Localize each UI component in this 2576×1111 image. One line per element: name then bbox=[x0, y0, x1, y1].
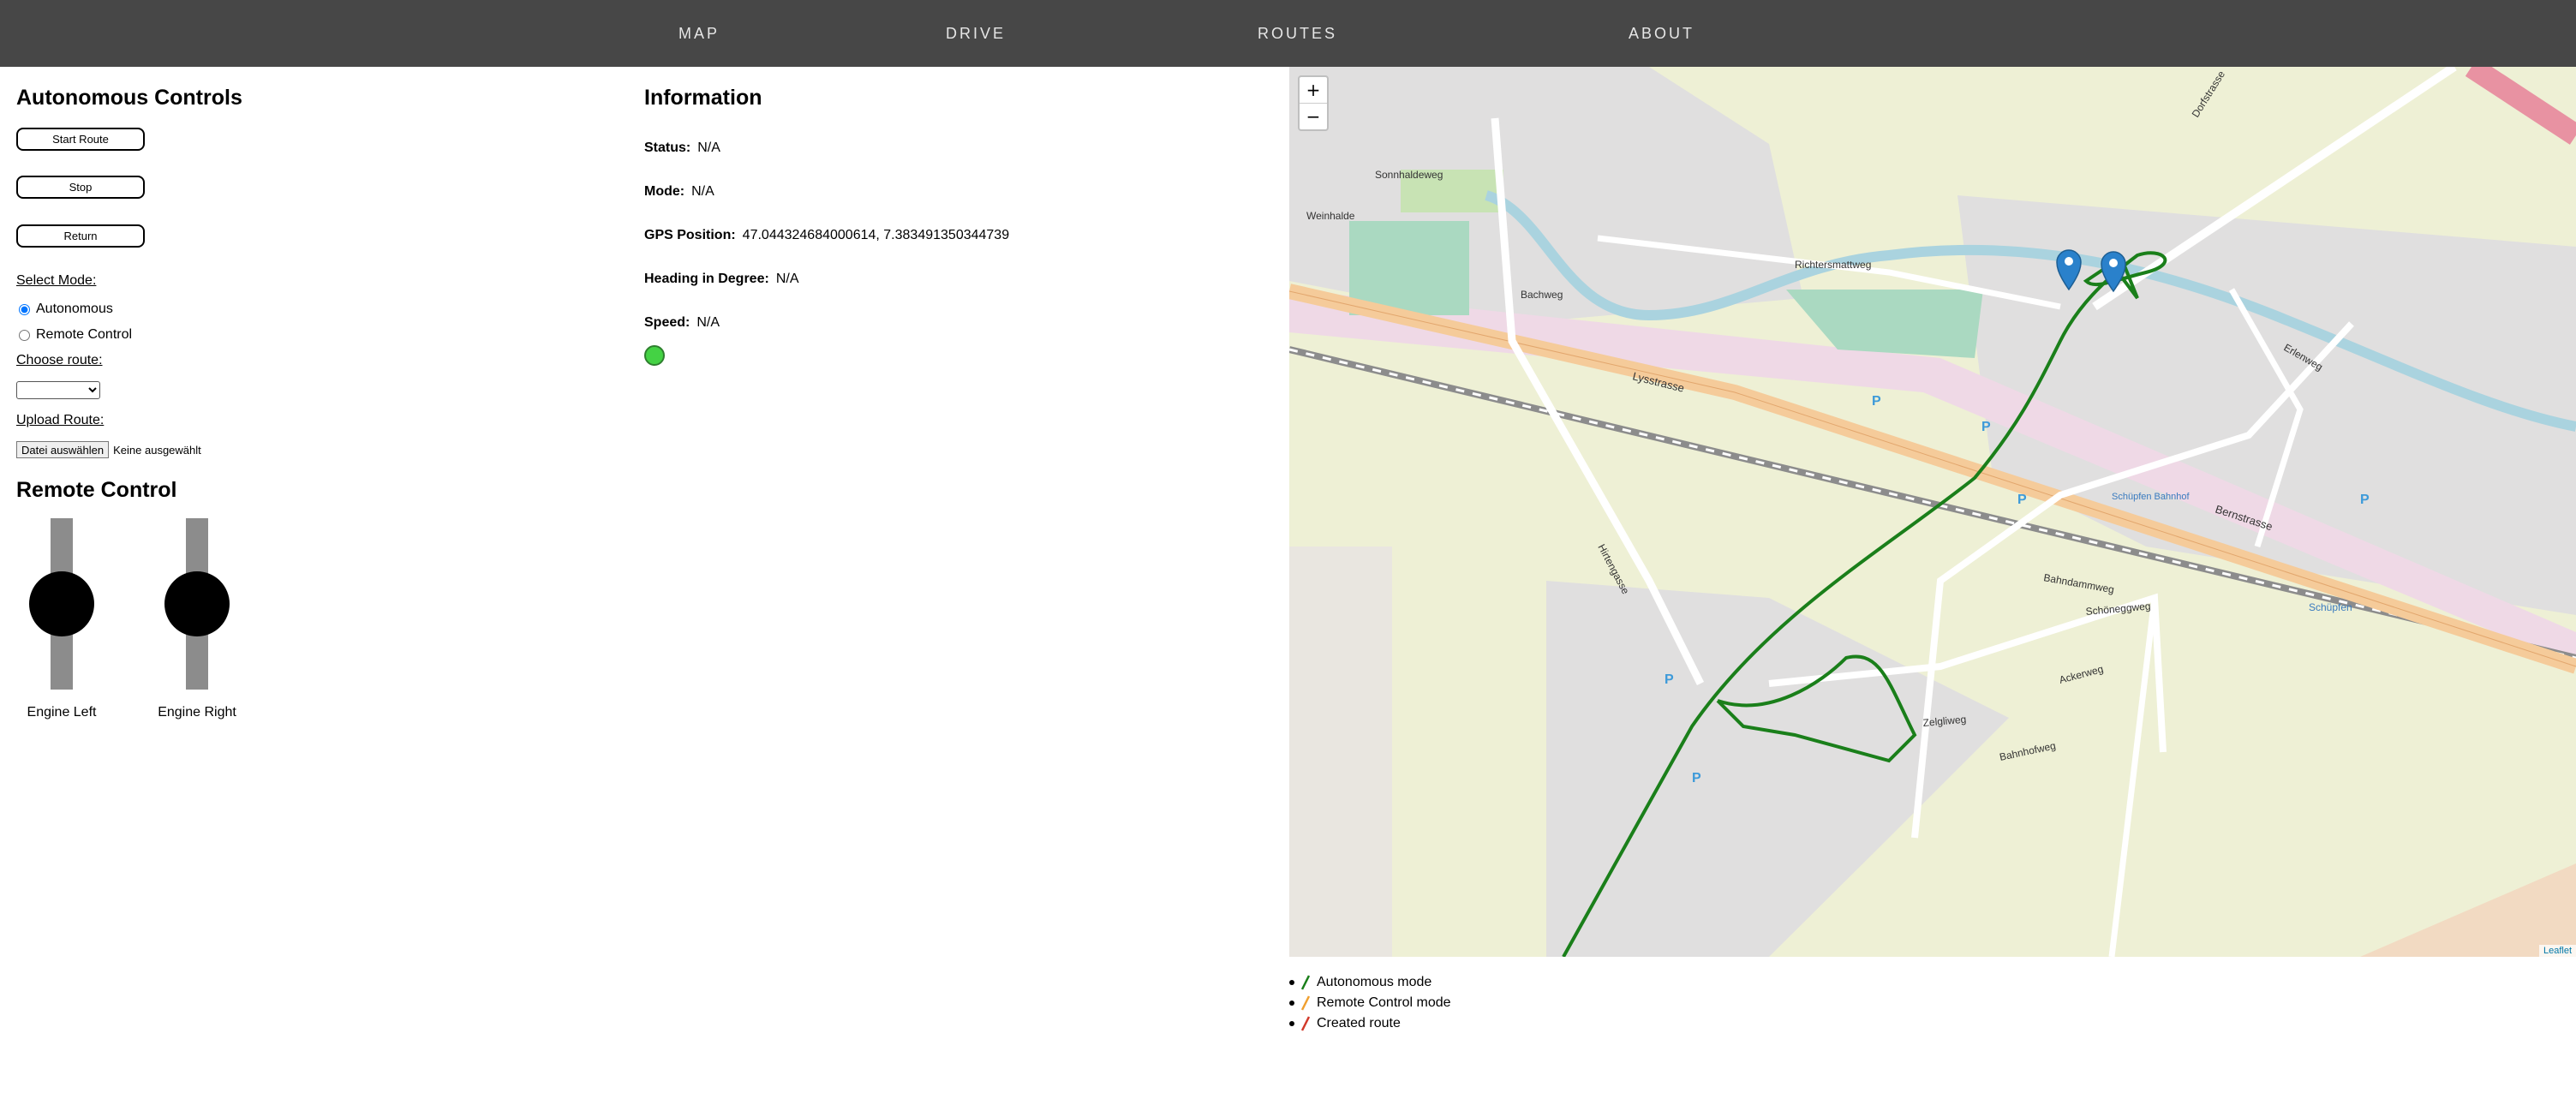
map-attribution[interactable]: Leaflet bbox=[2538, 945, 2576, 957]
parking-icon: P bbox=[1665, 672, 1674, 687]
legend-swatch bbox=[1301, 1016, 1310, 1031]
autonomous-controls-title: Autonomous Controls bbox=[16, 86, 242, 110]
parking-icon: P bbox=[2360, 493, 2370, 507]
status-key: Status: bbox=[644, 140, 691, 155]
nav-map[interactable]: MAP bbox=[678, 0, 720, 67]
map-tiles[interactable]: Lysstrasse Bernstrasse Bahndammweg Richt… bbox=[1289, 67, 2576, 957]
map-street-label: Sonnhaldeweg bbox=[1375, 169, 1443, 181]
legend-label: Remote Control mode bbox=[1317, 995, 1451, 1010]
route-select[interactable] bbox=[16, 381, 100, 399]
status-indicator bbox=[644, 345, 665, 366]
engine-right-label: Engine Right bbox=[158, 705, 236, 720]
gps-row: GPS Position: 47.044324684000614, 7.3834… bbox=[644, 228, 1009, 243]
mode-radio-autonomous[interactable] bbox=[19, 303, 30, 315]
mode-option-autonomous[interactable]: Autonomous bbox=[19, 302, 113, 317]
map-street-label: Bachweg bbox=[1521, 289, 1563, 301]
heading-row: Heading in Degree: N/A bbox=[644, 272, 798, 287]
select-mode-label: Select Mode: bbox=[16, 273, 97, 288]
upload-route-label: Upload Route: bbox=[16, 413, 105, 427]
map-street-label: Richtersmattweg bbox=[1795, 259, 1871, 271]
choose-file-button[interactable]: Datei auswählen bbox=[16, 441, 110, 458]
file-status: Keine ausgewählt bbox=[113, 443, 201, 457]
nav-drive[interactable]: DRIVE bbox=[946, 0, 1006, 67]
start-route-button[interactable]: Start Route bbox=[16, 128, 145, 151]
engine-left-slider-handle[interactable] bbox=[29, 571, 94, 636]
map-place-label: Schüpfen bbox=[2309, 601, 2352, 613]
legend-label: Created route bbox=[1317, 1016, 1401, 1030]
legend-swatch bbox=[1301, 995, 1310, 1011]
top-navbar: MAP DRIVE ROUTES ABOUT bbox=[0, 0, 2576, 67]
speed-value: N/A bbox=[696, 315, 720, 330]
status-value: N/A bbox=[697, 140, 720, 155]
nav-about[interactable]: ABOUT bbox=[1629, 0, 1694, 67]
zoom-out-button[interactable]: − bbox=[1300, 103, 1327, 129]
mode-option-remote[interactable]: Remote Control bbox=[19, 327, 132, 343]
speed-row: Speed: N/A bbox=[644, 315, 720, 331]
map-legend: Autonomous mode Remote Control mode Crea… bbox=[1289, 972, 1451, 1034]
heading-value: N/A bbox=[775, 272, 799, 286]
mode-value: N/A bbox=[691, 184, 714, 199]
parking-icon: P bbox=[2017, 493, 2027, 507]
legend-bullet bbox=[1289, 980, 1294, 985]
choose-route-label: Choose route: bbox=[16, 353, 103, 367]
legend-swatch bbox=[1301, 975, 1310, 990]
stop-button[interactable]: Stop bbox=[16, 176, 145, 199]
gps-value: 47.044324684000614, 7.383491350344739 bbox=[742, 228, 1010, 242]
zoom-control: + − bbox=[1298, 75, 1329, 131]
return-button[interactable]: Return bbox=[16, 224, 145, 248]
remote-control-title: Remote Control bbox=[16, 478, 177, 502]
legend-bullet bbox=[1289, 1021, 1294, 1026]
legend-bullet bbox=[1289, 1000, 1294, 1006]
map-residential-area bbox=[1289, 547, 1392, 957]
mode-radio-remote[interactable] bbox=[19, 329, 30, 341]
mode-row: Mode: N/A bbox=[644, 184, 714, 200]
mode-option-label: Autonomous bbox=[36, 302, 113, 316]
legend-label: Autonomous mode bbox=[1317, 975, 1432, 989]
legend-item: Created route bbox=[1289, 1013, 1451, 1034]
engine-left-label: Engine Left bbox=[27, 705, 97, 720]
legend-item: Autonomous mode bbox=[1289, 972, 1451, 993]
mode-key: Mode: bbox=[644, 184, 685, 199]
mode-option-label: Remote Control bbox=[36, 327, 133, 342]
parking-icon: P bbox=[1872, 394, 1881, 409]
parking-icon: P bbox=[1692, 771, 1701, 785]
information-title: Information bbox=[644, 86, 762, 110]
map-place-label: Schüpfen Bahnhof bbox=[2112, 492, 2190, 502]
speed-key: Speed: bbox=[644, 315, 690, 330]
heading-key: Heading in Degree: bbox=[644, 272, 769, 286]
zoom-in-button[interactable]: + bbox=[1300, 77, 1327, 103]
status-row: Status: N/A bbox=[644, 140, 720, 156]
engine-right-slider-handle[interactable] bbox=[164, 571, 230, 636]
nav-routes[interactable]: ROUTES bbox=[1258, 0, 1337, 67]
file-upload: Datei auswählen Keine ausgewählt bbox=[16, 441, 201, 458]
map-street-label: Weinhalde bbox=[1306, 210, 1355, 222]
gps-key: GPS Position: bbox=[644, 228, 736, 242]
parking-icon: P bbox=[1981, 420, 1991, 434]
legend-item: Remote Control mode bbox=[1289, 993, 1451, 1013]
map-view[interactable]: Lysstrasse Bernstrasse Bahndammweg Richt… bbox=[1289, 67, 2576, 957]
